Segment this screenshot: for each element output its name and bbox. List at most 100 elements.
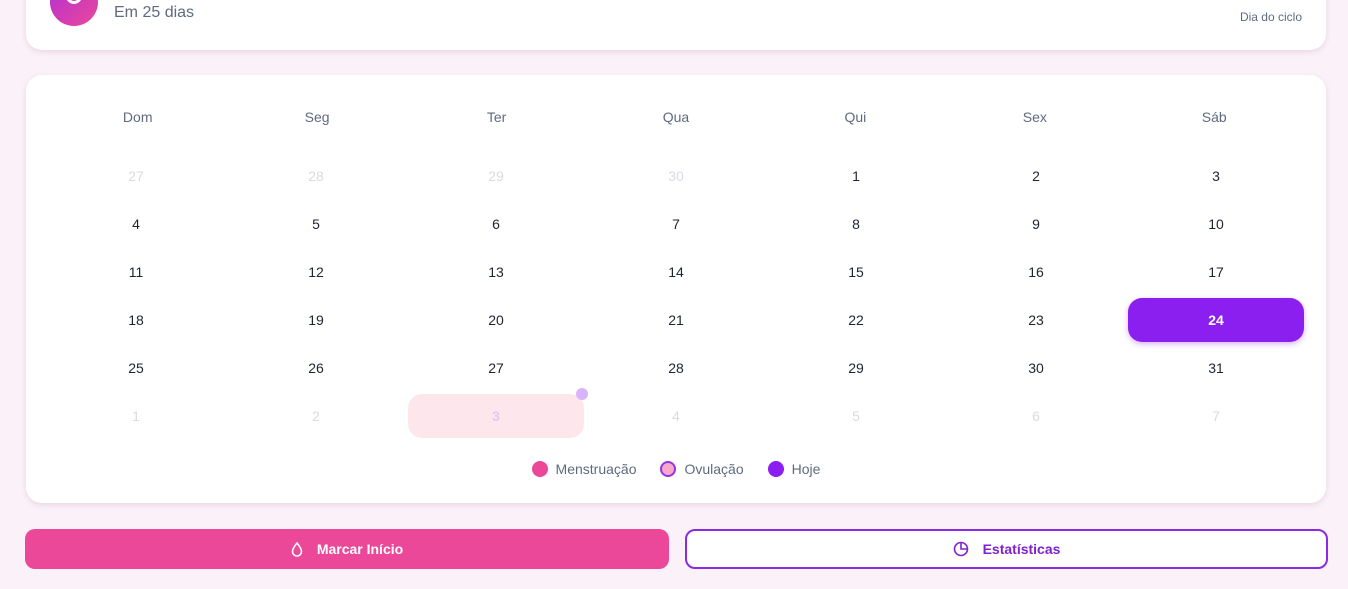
calendar-day[interactable]: 7: [1128, 394, 1304, 438]
calendar-day[interactable]: 17: [1128, 250, 1304, 294]
pie-chart-icon: [953, 541, 969, 557]
calendar-day[interactable]: 18: [48, 298, 224, 342]
calendar-day[interactable]: 3: [1128, 154, 1304, 198]
calendar-day-number: 25: [128, 360, 144, 376]
legend-dot-icon: [531, 461, 548, 477]
calendar-day[interactable]: 22: [768, 298, 944, 342]
calendar-day[interactable]: 21: [588, 298, 764, 342]
legend-label: Hoje: [791, 461, 821, 477]
calendar-day[interactable]: 28: [588, 346, 764, 390]
mark-start-label: Marcar Início: [316, 541, 404, 557]
calendar-day[interactable]: 11: [48, 250, 224, 294]
calendar-day[interactable]: 7: [588, 202, 764, 246]
calendar-day-number: 28: [668, 360, 684, 376]
calendar-day[interactable]: 4: [588, 394, 764, 438]
ovulation-dot-icon: [576, 388, 588, 400]
calendar-day[interactable]: 1: [48, 394, 224, 438]
calendar-day-number: 9: [1032, 216, 1040, 232]
calendar-day-number: 20: [488, 312, 504, 328]
calendar-day-number: 27: [128, 168, 144, 184]
weekday-label: Ter: [486, 109, 507, 125]
calendar-day[interactable]: 6: [948, 394, 1124, 438]
calendar-day-number: 5: [852, 408, 860, 424]
calendar-day[interactable]: 27: [48, 154, 224, 198]
calendar-day-number: 22: [848, 312, 864, 328]
calendar-day-number: 1: [852, 168, 860, 184]
legend-item: Menstruação: [531, 461, 637, 477]
calendar-day[interactable]: 6: [408, 202, 584, 246]
venus-icon: [50, 0, 98, 26]
calendar-day-number: 19: [308, 312, 324, 328]
statistics-button[interactable]: Estatísticas: [685, 529, 1328, 569]
calendar-day[interactable]: 13: [408, 250, 584, 294]
calendar-day[interactable]: 14: [588, 250, 764, 294]
weekday-label: Sex: [1022, 109, 1047, 125]
legend-item: Hoje: [767, 461, 821, 477]
calendar-card: Dom Seg Ter Qua Qui Sex Sáb 27 28 29 30 1 2 3 4 5 6 7 8 9 1…: [26, 75, 1326, 503]
calendar-day[interactable]: 23: [948, 298, 1124, 342]
calendar-day-fertile[interactable]: 3: [408, 388, 588, 438]
cycle-day-label: Dia do ciclo: [1239, 10, 1302, 24]
calendar-day[interactable]: 2: [948, 154, 1124, 198]
cycle-summary-card: Em 25 dias Dia do ciclo: [26, 0, 1326, 50]
calendar-day[interactable]: 10: [1128, 202, 1304, 246]
calendar-day[interactable]: 5: [228, 202, 404, 246]
calendar-day-number: 30: [1028, 360, 1044, 376]
legend-dot-icon: [660, 461, 677, 477]
calendar-day-number: 13: [488, 264, 504, 280]
calendar-day-number: 14: [668, 264, 684, 280]
calendar-day-number: 5: [312, 216, 320, 232]
calendar-day-number: 31: [1208, 360, 1224, 376]
calendar-day-number: 7: [672, 216, 680, 232]
calendar-day-number: 15: [848, 264, 864, 280]
calendar-day[interactable]: 27: [408, 346, 584, 390]
calendar-day[interactable]: 29: [408, 154, 584, 198]
calendar-day-number: 11: [128, 264, 144, 280]
legend-label: Ovulação: [684, 461, 744, 477]
mark-start-button[interactable]: Marcar Início: [25, 529, 669, 569]
calendar-day-number: 1: [132, 408, 140, 424]
calendar-legend: Menstruação Ovulação Hoje: [26, 461, 1326, 477]
calendar-day[interactable]: 16: [948, 250, 1124, 294]
calendar-day-number: 7: [1212, 408, 1220, 424]
calendar-day-number: 29: [488, 168, 504, 184]
calendar-day-number: 2: [1032, 168, 1040, 184]
calendar-day-number: 4: [132, 216, 140, 232]
calendar-day-number: 26: [308, 360, 324, 376]
calendar-day[interactable]: 31: [1128, 346, 1304, 390]
calendar-day[interactable]: 30: [948, 346, 1124, 390]
calendar-day[interactable]: 26: [228, 346, 404, 390]
calendar-day[interactable]: 30: [588, 154, 764, 198]
calendar-day-number: 8: [852, 216, 860, 232]
calendar-day-number: 17: [1208, 264, 1224, 280]
calendar-day-number: 29: [848, 360, 864, 376]
calendar-day[interactable]: 28: [228, 154, 404, 198]
calendar-day-today[interactable]: 24: [1128, 298, 1304, 342]
calendar-day-number: 6: [492, 216, 500, 232]
calendar-day[interactable]: 25: [48, 346, 224, 390]
calendar-day[interactable]: 5: [768, 394, 944, 438]
calendar-day[interactable]: 12: [228, 250, 404, 294]
calendar-day-number: 4: [672, 408, 680, 424]
calendar-day-number: 28: [308, 168, 324, 184]
calendar-day[interactable]: 8: [768, 202, 944, 246]
calendar-day-number: 30: [668, 168, 684, 184]
calendar-day-number: 23: [1028, 312, 1044, 328]
legend-dot-icon: [767, 461, 784, 477]
weekday-label: Seg: [304, 109, 330, 125]
calendar-day[interactable]: 15: [768, 250, 944, 294]
calendar-day-number: 24: [1208, 312, 1224, 328]
calendar-day[interactable]: 1: [768, 154, 944, 198]
calendar-day[interactable]: 4: [48, 202, 224, 246]
weekday-label: Qua: [662, 109, 690, 125]
calendar-day[interactable]: 2: [228, 394, 404, 438]
calendar-day-number: 10: [1208, 216, 1224, 232]
weekday-header: Dom Seg Ter Qua Qui Sex Sáb: [48, 109, 1304, 125]
calendar-day[interactable]: 9: [948, 202, 1124, 246]
calendar-day[interactable]: 19: [228, 298, 404, 342]
calendar-day-number: 12: [308, 264, 324, 280]
legend-label: Menstruação: [555, 461, 637, 477]
calendar-day[interactable]: 20: [408, 298, 584, 342]
calendar-day-number: 6: [1032, 408, 1040, 424]
calendar-day[interactable]: 29: [768, 346, 944, 390]
